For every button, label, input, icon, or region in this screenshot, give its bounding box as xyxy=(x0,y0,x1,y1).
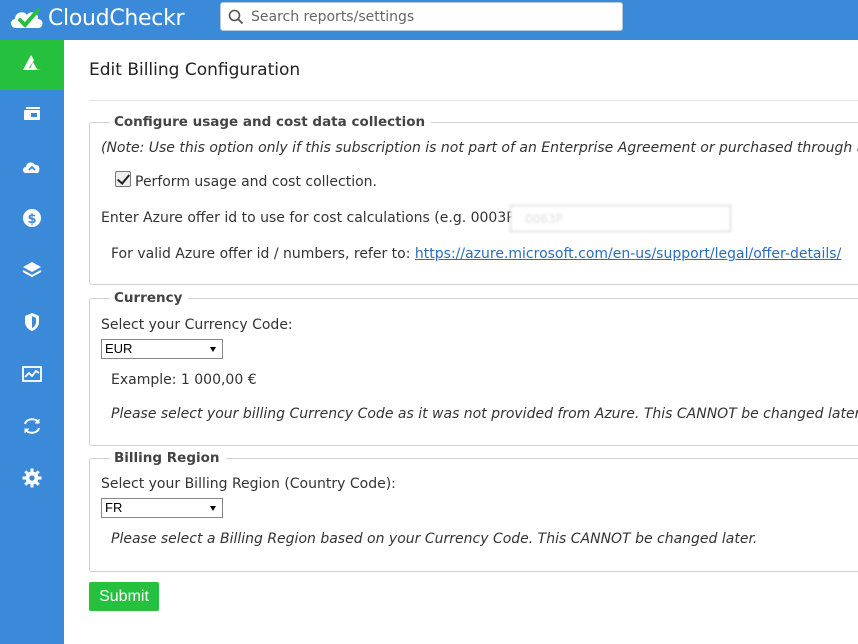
page-title: Edit Billing Configuration xyxy=(89,60,301,80)
cloudcheckr-logo-icon xyxy=(8,4,46,32)
offer-id-input[interactable]: 0063P xyxy=(510,205,731,232)
usage-checkbox[interactable] xyxy=(115,171,131,187)
svg-text:$: $ xyxy=(27,212,36,227)
region-selected-value: FR xyxy=(105,500,123,515)
sidebar-item-security[interactable] xyxy=(0,298,64,350)
sync-icon xyxy=(20,414,44,443)
currency-legend: Currency xyxy=(114,290,183,306)
currency-example: Example: 1 000,00 € xyxy=(111,372,257,388)
chevron-down-icon xyxy=(210,506,216,511)
search-box[interactable] xyxy=(220,2,623,31)
inventory-icon xyxy=(20,102,44,131)
search-input[interactable] xyxy=(251,8,611,25)
sidebar-item-analytics[interactable] xyxy=(0,350,64,402)
search-icon xyxy=(221,3,251,30)
sidebar-item-azure[interactable] xyxy=(0,40,64,90)
currency-label: Select your Currency Code: xyxy=(101,317,293,333)
region-label: Select your Billing Region (Country Code… xyxy=(101,476,396,492)
usage-note: (Note: Use this option only if this subs… xyxy=(101,140,858,156)
region-warning: Please select a Billing Region based on … xyxy=(111,531,758,547)
offer-refer-text: For valid Azure offer id / numbers, refe… xyxy=(111,246,841,262)
chart-icon xyxy=(20,362,44,391)
usage-legend: Configure usage and cost data collection xyxy=(114,114,426,130)
app-name: CloudCheckr xyxy=(48,5,185,31)
top-bar: CloudCheckr xyxy=(0,0,858,40)
cloud-upload-icon xyxy=(20,154,44,183)
logo[interactable]: CloudCheckr xyxy=(8,4,185,32)
dollar-icon: $ xyxy=(20,206,44,235)
usage-checkbox-label: Perform usage and cost collection. xyxy=(135,174,378,190)
shield-icon xyxy=(20,310,44,339)
sidebar-item-inventory[interactable] xyxy=(0,90,64,142)
gear-icon xyxy=(20,466,44,495)
sidebar-item-cost[interactable]: $ xyxy=(0,194,64,246)
offer-id-label: Enter Azure offer id to use for cost cal… xyxy=(101,210,521,226)
currency-fieldset: Currency xyxy=(89,290,858,446)
chevron-down-icon xyxy=(210,347,216,352)
sidebar: $ xyxy=(0,40,64,644)
currency-warning: Please select your billing Currency Code… xyxy=(111,406,858,422)
region-legend: Billing Region xyxy=(114,450,220,466)
sidebar-item-cloud[interactable] xyxy=(0,142,64,194)
region-select[interactable]: FR xyxy=(101,498,223,518)
currency-select[interactable]: EUR xyxy=(101,339,223,359)
sidebar-item-layers[interactable] xyxy=(0,246,64,298)
offer-details-link[interactable]: https://azure.microsoft.com/en-us/suppor… xyxy=(415,246,841,262)
currency-selected-value: EUR xyxy=(105,341,133,356)
sidebar-item-automation[interactable] xyxy=(0,402,64,454)
offer-refer-label: For valid Azure offer id / numbers, refe… xyxy=(111,246,415,262)
submit-button[interactable]: Submit xyxy=(89,582,159,611)
title-divider xyxy=(89,100,858,101)
layers-icon xyxy=(20,258,44,287)
sidebar-item-settings[interactable] xyxy=(0,454,64,506)
azure-icon xyxy=(20,51,44,80)
